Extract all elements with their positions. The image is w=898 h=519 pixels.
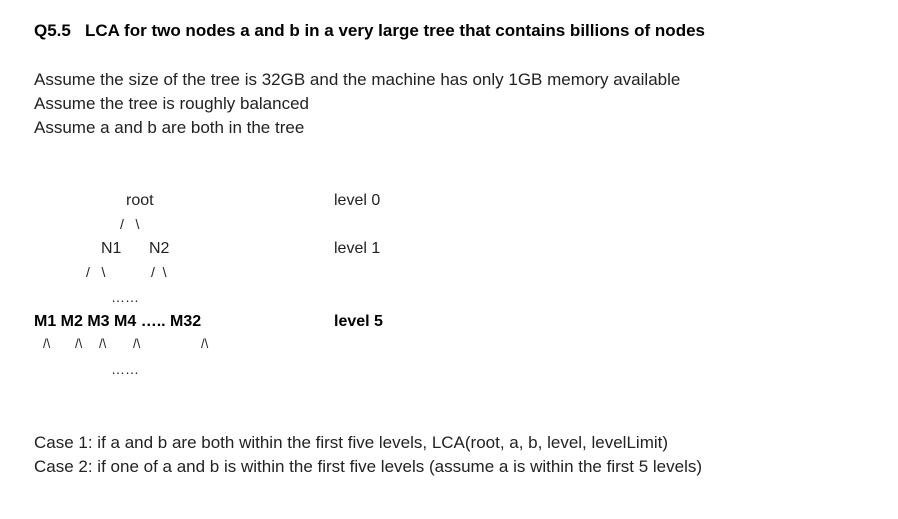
level-1-label: level 1: [334, 240, 381, 257]
root-branches: / \: [120, 216, 140, 232]
m3-branches: /\: [99, 336, 107, 351]
tree-node-row-m: M1 M2 M3 M4 ….. M32: [34, 313, 202, 330]
assumption-balanced: Assume the tree is roughly balanced: [34, 94, 309, 113]
ellipsis-lower: ……: [111, 361, 139, 377]
case-2: Case 2: if one of a and b is within the …: [34, 457, 703, 476]
n2-branches: / \: [151, 264, 167, 280]
m32-branches: /\: [201, 336, 209, 351]
page-title: Q5.5 LCA for two nodes a and b in a very…: [34, 21, 705, 40]
case-1: Case 1: if a and b are both within the f…: [34, 433, 669, 452]
m4-branches: /\: [133, 336, 141, 351]
tree-node-n1: N1: [101, 240, 122, 257]
assumption-memory: Assume the size of the tree is 32GB and …: [34, 70, 681, 89]
assumption-in-tree: Assume a and b are both in the tree: [34, 118, 305, 137]
level-5-label: level 5: [334, 313, 383, 330]
m1-branches: /\: [43, 336, 51, 351]
m2-branches: /\: [75, 336, 83, 351]
tree-node-root: root: [126, 192, 154, 209]
tree-node-n2: N2: [149, 240, 170, 257]
level-0-label: level 0: [334, 192, 381, 209]
ellipsis-upper: ……: [111, 289, 139, 305]
n1-branches: / \: [86, 264, 106, 280]
